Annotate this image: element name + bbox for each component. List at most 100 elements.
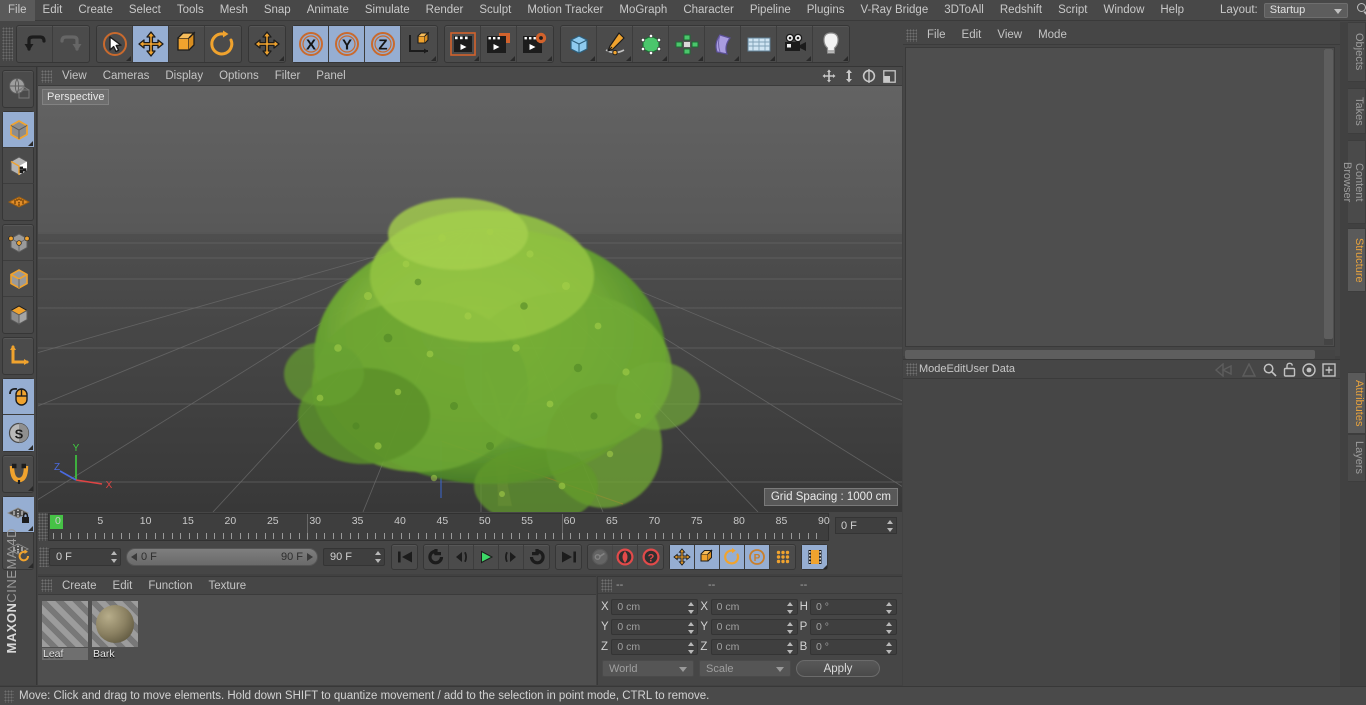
- tab-objects[interactable]: Objects: [1348, 22, 1366, 82]
- interpolation-left-icon[interactable]: [1215, 362, 1235, 377]
- add-array-button[interactable]: [669, 25, 705, 62]
- rotation-key-toggle[interactable]: [720, 545, 745, 569]
- material-menu-function[interactable]: Function: [140, 580, 200, 592]
- tab-layers[interactable]: Layers: [1348, 434, 1366, 482]
- points-mode-button[interactable]: [3, 225, 34, 261]
- go-to-end-button[interactable]: [556, 545, 581, 569]
- lock-z-axis[interactable]: Z: [365, 25, 401, 62]
- coordinate-field-rotation-0[interactable]: 0 °: [810, 598, 897, 615]
- menu-item-window[interactable]: Window: [1095, 0, 1152, 21]
- coordinate-spinner[interactable]: [787, 621, 794, 634]
- current-frame-display[interactable]: 0 F: [835, 517, 897, 534]
- material-grip[interactable]: [41, 579, 52, 592]
- object-manager-menu-file[interactable]: File: [919, 29, 954, 41]
- live-selection-tool[interactable]: [97, 25, 133, 62]
- menu-item-redshift[interactable]: Redshift: [992, 0, 1050, 21]
- move-duplicate-tool[interactable]: [249, 26, 285, 62]
- menu-item-animate[interactable]: Animate: [299, 0, 357, 21]
- viewport-menu-panel[interactable]: Panel: [308, 70, 353, 82]
- menu-item-file[interactable]: File: [0, 0, 35, 21]
- viewport-menu-options[interactable]: Options: [211, 70, 267, 82]
- render-view-button[interactable]: [445, 25, 481, 62]
- menu-item-mesh[interactable]: Mesh: [212, 0, 256, 21]
- previous-frame-button[interactable]: [449, 545, 474, 569]
- menu-item-simulate[interactable]: Simulate: [357, 0, 418, 21]
- coordinate-field-position-0[interactable]: 0 cm: [611, 598, 699, 615]
- frame-start-spinner[interactable]: [110, 551, 117, 563]
- scale-key-toggle[interactable]: [695, 545, 720, 569]
- undo-view-button[interactable]: [3, 71, 34, 107]
- play-backwards-loop-button[interactable]: [424, 545, 449, 569]
- attributes-menu-edit[interactable]: Edit: [947, 363, 966, 375]
- viewport-menu-cameras[interactable]: Cameras: [95, 70, 158, 82]
- coordinate-spinner[interactable]: [687, 601, 694, 614]
- pan-view-icon[interactable]: [822, 69, 836, 83]
- add-environment-button[interactable]: [741, 25, 777, 62]
- menu-item-mograph[interactable]: MoGraph: [611, 0, 675, 21]
- menu-item-tools[interactable]: Tools: [169, 0, 212, 21]
- object-manager-menu-edit[interactable]: Edit: [954, 29, 990, 41]
- add-spline-button[interactable]: [597, 25, 633, 62]
- tab-content-browser[interactable]: Content Browser: [1341, 140, 1366, 224]
- menu-item-select[interactable]: Select: [121, 0, 169, 21]
- add-deformer-button[interactable]: [705, 25, 741, 62]
- undo-button[interactable]: [17, 25, 53, 62]
- texture-mode-button[interactable]: [3, 148, 34, 184]
- world-object-axis[interactable]: [401, 26, 437, 62]
- toolbar-grip[interactable]: [2, 26, 13, 61]
- add-tab-icon[interactable]: [1322, 362, 1336, 377]
- rotate-tool[interactable]: [205, 26, 241, 62]
- menu-item-help[interactable]: Help: [1152, 0, 1192, 21]
- menu-item-create[interactable]: Create: [70, 0, 121, 21]
- enable-snap-button[interactable]: S: [3, 415, 34, 451]
- model-mode-button[interactable]: [3, 112, 34, 148]
- viewport-solo-button[interactable]: [3, 379, 34, 415]
- timeline-grip[interactable]: [38, 513, 48, 541]
- max-frame-field[interactable]: 90 F: [323, 548, 385, 566]
- material-thumbnail[interactable]: [92, 601, 138, 647]
- tab-structure[interactable]: Structure: [1348, 228, 1366, 292]
- search-icon[interactable]: [1356, 2, 1366, 18]
- material-item[interactable]: Leaf: [42, 601, 88, 679]
- coordinate-spinner[interactable]: [687, 621, 694, 634]
- workplane-mode-button[interactable]: [3, 184, 34, 220]
- frame-spinner[interactable]: [886, 520, 893, 532]
- polygons-mode-button[interactable]: [3, 297, 34, 333]
- material-item[interactable]: Bark: [92, 601, 138, 679]
- viewport-grip[interactable]: [41, 69, 52, 83]
- object-tree[interactable]: [905, 47, 1335, 347]
- material-menu-edit[interactable]: Edit: [105, 580, 141, 592]
- parameter-key-toggle[interactable]: P: [745, 545, 770, 569]
- coordinate-spinner[interactable]: [787, 641, 794, 654]
- tab-takes[interactable]: Takes: [1348, 88, 1366, 134]
- coordinate-field-size-1[interactable]: 0 cm: [710, 618, 798, 635]
- range-left-arrow-icon[interactable]: [131, 553, 137, 561]
- attributes-content[interactable]: [903, 380, 1340, 686]
- viewport-3d-canvas[interactable]: Perspective Y X Z Grid Spacing : 1000 cm: [38, 86, 902, 512]
- scrollbar-thumb[interactable]: [1324, 49, 1333, 339]
- coordinate-spinner[interactable]: [886, 601, 893, 614]
- dolly-view-icon[interactable]: [843, 69, 855, 83]
- position-key-toggle[interactable]: [670, 545, 695, 569]
- lock-y-axis[interactable]: Y: [329, 25, 365, 62]
- object-manager-menu-mode[interactable]: Mode: [1030, 29, 1075, 41]
- target-icon[interactable]: [1302, 362, 1316, 377]
- keyframe-mode-button[interactable]: [802, 545, 827, 569]
- material-menu-create[interactable]: Create: [54, 580, 105, 592]
- menu-item-script[interactable]: Script: [1050, 0, 1095, 21]
- status-bar-grip[interactable]: [4, 689, 14, 703]
- magnet-tool-button[interactable]: [3, 456, 34, 492]
- point-level-animation-toggle[interactable]: [770, 545, 795, 569]
- menu-item-3dtoall[interactable]: 3DToAll: [936, 0, 992, 21]
- coordinate-field-position-2[interactable]: 0 cm: [611, 638, 699, 655]
- keyframe-selection-button[interactable]: ?: [638, 545, 663, 569]
- coordinate-field-rotation-2[interactable]: 0 °: [810, 638, 897, 655]
- tab-attributes[interactable]: Attributes: [1348, 372, 1366, 434]
- coordinate-spinner[interactable]: [687, 641, 694, 654]
- attributes-grip[interactable]: [906, 362, 917, 376]
- material-list[interactable]: Leaf Bark: [38, 595, 596, 685]
- play-forward-button[interactable]: [474, 545, 499, 569]
- maximize-view-icon[interactable]: [883, 69, 896, 83]
- menu-item-snap[interactable]: Snap: [256, 0, 299, 21]
- menu-item-sculpt[interactable]: Sculpt: [471, 0, 519, 21]
